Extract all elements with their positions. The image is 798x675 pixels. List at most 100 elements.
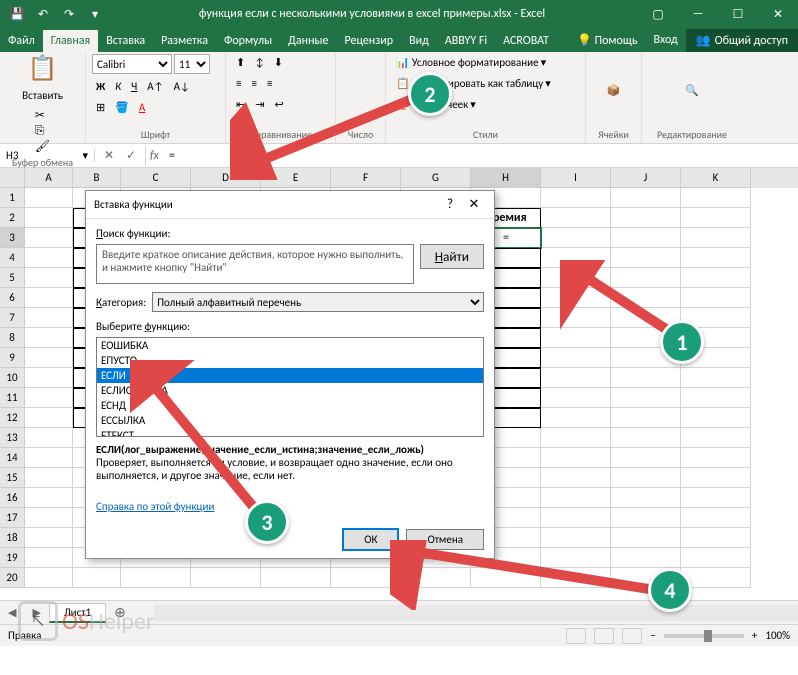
cell[interactable] <box>681 428 751 448</box>
zoom-slider[interactable] <box>664 634 744 638</box>
row-header[interactable]: 15 <box>0 468 25 488</box>
page-break-view-icon[interactable] <box>622 628 642 644</box>
function-list-item[interactable]: ЕОШИБКА <box>97 338 483 353</box>
increase-font-icon[interactable]: A↑ <box>143 78 167 95</box>
cell[interactable] <box>681 508 751 528</box>
cell[interactable] <box>611 408 681 428</box>
cell[interactable] <box>541 448 611 468</box>
tab-review[interactable]: Рецензир <box>336 30 401 52</box>
row-header[interactable]: 7 <box>0 308 25 328</box>
row-header[interactable]: 4 <box>0 248 25 268</box>
col-header[interactable]: B <box>73 168 121 188</box>
cell[interactable] <box>611 428 681 448</box>
dialog-close-icon[interactable]: ✕ <box>462 197 486 212</box>
italic-button[interactable]: К <box>111 78 125 95</box>
cell[interactable] <box>611 468 681 488</box>
cell[interactable] <box>25 528 73 548</box>
cell[interactable] <box>25 448 73 468</box>
enter-formula-icon[interactable]: ✓ <box>121 146 141 166</box>
tab-data[interactable]: Данные <box>280 30 336 52</box>
cell[interactable] <box>25 368 73 388</box>
cell[interactable] <box>541 348 611 368</box>
cell[interactable] <box>261 568 331 588</box>
row-header[interactable]: 8 <box>0 328 25 348</box>
copy-icon[interactable]: ⎘ <box>35 124 50 138</box>
cell[interactable] <box>611 388 681 408</box>
cell[interactable] <box>25 188 73 208</box>
row-header[interactable]: 12 <box>0 408 25 428</box>
col-header[interactable]: H <box>471 168 541 188</box>
row-header[interactable]: 13 <box>0 428 25 448</box>
chevron-down-icon[interactable]: ▾ <box>82 149 88 162</box>
row-header[interactable]: 6 <box>0 288 25 308</box>
col-header[interactable]: I <box>541 168 611 188</box>
minimize-icon[interactable]: — <box>678 0 718 28</box>
login-button[interactable]: Вход <box>645 29 685 52</box>
cell[interactable] <box>25 288 73 308</box>
fx-icon[interactable]: fx <box>146 149 163 163</box>
row-header[interactable]: 5 <box>0 268 25 288</box>
cell[interactable] <box>541 428 611 448</box>
cell[interactable] <box>121 568 191 588</box>
cell[interactable] <box>681 288 751 308</box>
cell[interactable] <box>681 528 751 548</box>
cell[interactable] <box>541 388 611 408</box>
tab-file[interactable]: Файл <box>0 30 43 52</box>
row-header[interactable]: 18 <box>0 528 25 548</box>
decrease-font-icon[interactable]: A↓ <box>170 78 194 95</box>
cell[interactable] <box>611 368 681 388</box>
cell[interactable] <box>611 208 681 228</box>
dialog-help-icon[interactable]: ? <box>438 197 462 212</box>
cell[interactable] <box>611 488 681 508</box>
underline-button[interactable]: Ч <box>127 78 141 95</box>
tab-abbyy[interactable]: ABBYY Fi <box>437 30 495 52</box>
share-button[interactable]: 👥 Общий доступ <box>686 29 798 52</box>
qat-dropdown-icon[interactable]: ▾ <box>84 3 106 25</box>
font-size-select[interactable]: 11 <box>174 54 210 74</box>
row-header[interactable]: 20 <box>0 568 25 588</box>
cell[interactable] <box>611 228 681 248</box>
paste-button[interactable]: Вставить <box>18 87 67 104</box>
row-header[interactable]: 10 <box>0 368 25 388</box>
cell[interactable] <box>25 228 73 248</box>
cell[interactable] <box>541 488 611 508</box>
row-header[interactable]: 9 <box>0 348 25 368</box>
ribbon-options-icon[interactable]: ▢ <box>638 0 678 28</box>
normal-view-icon[interactable] <box>566 628 586 644</box>
cell[interactable] <box>681 448 751 468</box>
cell[interactable] <box>25 388 73 408</box>
cell[interactable] <box>25 248 73 268</box>
align-top-icon[interactable]: ⬆ <box>232 54 249 71</box>
cell[interactable] <box>611 508 681 528</box>
cell[interactable] <box>25 348 73 368</box>
cell[interactable] <box>541 368 611 388</box>
zoom-out-icon[interactable]: − <box>650 629 655 642</box>
select-all-corner[interactable] <box>0 168 25 188</box>
save-icon[interactable]: 💾 <box>6 3 28 25</box>
cell[interactable] <box>73 568 121 588</box>
cell[interactable] <box>25 428 73 448</box>
cancel-formula-icon[interactable]: ✕ <box>99 146 119 166</box>
col-header[interactable]: C <box>121 168 191 188</box>
close-icon[interactable]: ✕ <box>758 0 798 28</box>
cell[interactable] <box>25 468 73 488</box>
tell-me[interactable]: 💡 Помощь <box>569 29 646 52</box>
cell[interactable] <box>541 508 611 528</box>
cell[interactable] <box>681 228 751 248</box>
cell[interactable] <box>681 368 751 388</box>
row-header[interactable]: 11 <box>0 388 25 408</box>
cell[interactable] <box>25 568 73 588</box>
cond-format-button[interactable]: 📊 Условное форматирование▾ <box>392 54 550 71</box>
tab-home[interactable]: Главная <box>43 30 98 52</box>
tab-view[interactable]: Вид <box>401 30 437 52</box>
cell[interactable] <box>25 488 73 508</box>
row-header[interactable]: 1 <box>0 188 25 208</box>
cell[interactable] <box>611 448 681 468</box>
tab-insert[interactable]: Вставка <box>98 30 153 52</box>
cell[interactable] <box>25 508 73 528</box>
cell[interactable] <box>681 408 751 428</box>
cell[interactable] <box>541 228 611 248</box>
cell[interactable] <box>611 188 681 208</box>
row-header[interactable]: 2 <box>0 208 25 228</box>
paste-icon[interactable]: 📋 <box>28 54 58 83</box>
